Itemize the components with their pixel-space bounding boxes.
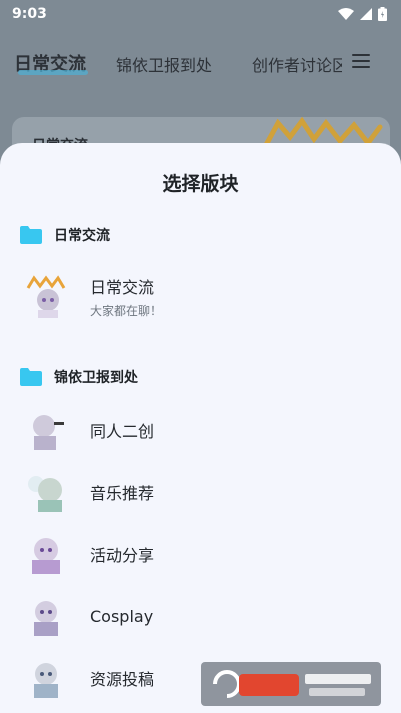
- board-avatar: [24, 594, 68, 638]
- board-item-cosplay[interactable]: Cosplay: [24, 587, 384, 645]
- active-tab-indicator: [18, 70, 88, 75]
- board-name: 活动分享: [90, 546, 155, 565]
- signal-icon: [360, 8, 372, 20]
- board-item-event-share[interactable]: 活动分享: [24, 525, 384, 583]
- group-label: 日常交流: [54, 228, 110, 244]
- board-avatar: [24, 470, 68, 514]
- board-name: 同人二创: [90, 422, 155, 441]
- status-icons: [338, 7, 387, 21]
- tab-jinyiwei-checkin[interactable]: 锦依卫报到处: [116, 52, 212, 76]
- board-name: 日常交流: [90, 277, 155, 297]
- tab-creator-discussion[interactable]: 创作者讨论区: [252, 52, 342, 76]
- board-avatar: [24, 274, 68, 318]
- board-avatar: [24, 532, 68, 576]
- board-item-fan-creations[interactable]: 同人二创: [24, 401, 384, 459]
- battery-icon: [378, 7, 387, 21]
- board-description: 大家都在聊！: [90, 303, 163, 318]
- status-time: 9:03: [12, 6, 47, 22]
- wifi-icon: [338, 8, 354, 20]
- folder-icon: [20, 368, 42, 386]
- group-label: 锦依卫报到处: [54, 370, 138, 386]
- board-item-daily-chat[interactable]: 日常交流 大家都在聊！: [24, 267, 384, 325]
- folder-icon: [20, 226, 42, 244]
- watermark-logo: [201, 662, 381, 706]
- watermark-logo-icon: [213, 670, 371, 698]
- status-bar: 9:03: [0, 0, 401, 28]
- board-name: 音乐推荐: [90, 484, 155, 503]
- board-avatar: [24, 408, 68, 452]
- board-name: 资源投稿: [90, 670, 155, 689]
- menu-icon[interactable]: [352, 54, 370, 68]
- tab-bar: 日常交流 锦依卫报到处 创作者讨论区: [0, 44, 401, 84]
- board-selector-sheet: 选择版块 日常交流 日常交流 大家都在聊！ 锦依卫报到处 同人二创 音乐推荐 活…: [0, 143, 401, 713]
- group-header-jinyiwei: 锦依卫报到处: [20, 367, 138, 387]
- board-item-music-recommend[interactable]: 音乐推荐: [24, 463, 384, 521]
- sheet-title: 选择版块: [162, 173, 239, 195]
- group-header-daily-chat: 日常交流: [20, 225, 110, 245]
- board-avatar: [24, 656, 68, 700]
- board-name: Cosplay: [90, 606, 154, 626]
